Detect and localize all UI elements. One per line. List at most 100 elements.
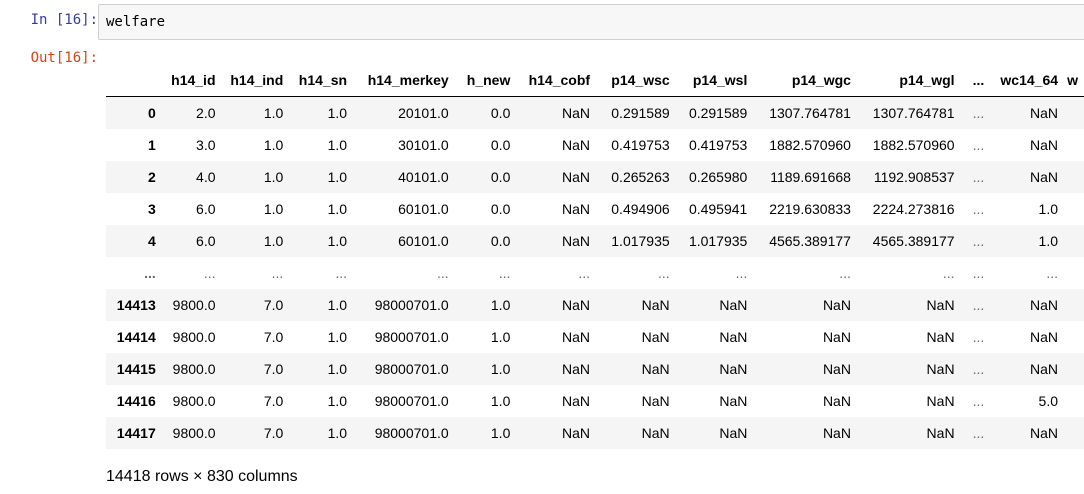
table-cell: 1.0 (327, 201, 348, 217)
table-cell: ... (972, 201, 985, 217)
table-cell: 40101.0 (398, 169, 449, 185)
column-header: ... (960, 64, 991, 97)
table-cell: NaN (719, 393, 748, 409)
input-prompt: In [16]: (30, 12, 98, 28)
table-cell: ... (578, 265, 591, 281)
table-cell: 30101.0 (398, 137, 449, 153)
table-cell: ... (972, 361, 985, 377)
table-cell: 3.0 (196, 137, 216, 153)
table-cell: 9800.0 (172, 297, 216, 313)
table-cell: NaN (926, 297, 955, 313)
table-cell (1064, 289, 1084, 321)
table-cell: 98000701.0 (374, 297, 449, 313)
table-cell: NaN (562, 105, 591, 121)
table-cell: NaN (641, 329, 670, 345)
table-cell: ... (271, 265, 284, 281)
dataframe-shape-label: 14418 rows × 830 columns (106, 468, 298, 485)
table-cell: 1192.908537 (873, 169, 955, 185)
table-cell: 98000701.0 (374, 393, 449, 409)
table-cell: NaN (1030, 105, 1059, 121)
table-cell (1064, 257, 1084, 289)
table-cell (1064, 129, 1084, 161)
table-cell: NaN (1030, 361, 1059, 377)
table-cell: 0.265263 (611, 169, 670, 185)
table-cell: 0.419753 (688, 137, 748, 153)
column-header: p14_wgc (753, 64, 857, 97)
table-cell: NaN (822, 361, 851, 377)
code-input-cell[interactable]: welfare (98, 4, 1084, 40)
table-cell: 0.494906 (611, 201, 670, 217)
dataframe-table: h14_id h14_ind h14_sn h14_merkey h_new h14_co… (106, 64, 1084, 449)
table-cell: 60101.0 (398, 233, 449, 249)
table-cell: 9800.0 (172, 425, 216, 441)
table-cell: 1.0 (490, 297, 511, 313)
table-cell: ... (735, 265, 748, 281)
output-prompt: Out[16]: (30, 50, 98, 66)
table-cell: ... (335, 265, 348, 281)
table-cell: NaN (562, 361, 591, 377)
table-cell: 7.0 (263, 425, 284, 441)
table-cell: ... (839, 265, 851, 281)
table-cell (1064, 353, 1084, 385)
table-cell: NaN (562, 329, 591, 345)
column-header: h14_sn (289, 64, 354, 97)
table-cell: 7.0 (263, 393, 284, 409)
table-cell: 0.495941 (688, 201, 748, 217)
table-cell: 0.0 (490, 233, 511, 249)
table-cell: 7.0 (263, 329, 284, 345)
table-cell: 1.0 (327, 169, 348, 185)
row-index: 1 (147, 137, 156, 153)
table-cell: ... (437, 265, 449, 281)
table-cell: NaN (822, 425, 851, 441)
table-cell: 98000701.0 (374, 329, 449, 345)
table-cell: ... (972, 393, 985, 409)
column-header (106, 64, 162, 97)
table-cell: 2219.630833 (769, 201, 851, 217)
table-cell: ... (972, 297, 985, 313)
table-row: 14416 9800.0 7.0 1.0 98000701.0 1.0 NaN NaN NaN N… (106, 385, 1084, 417)
table-row: 0 2.0 1.0 1.0 20101.0 0.0 NaN 0.291589 0.291589 1… (106, 96, 1084, 129)
table-cell: 20101.0 (398, 105, 449, 121)
code-text[interactable]: welfare (106, 5, 165, 39)
table-cell: 4.0 (196, 169, 216, 185)
row-index: ... (144, 265, 156, 281)
table-cell: NaN (641, 297, 670, 313)
row-index: 3 (147, 201, 156, 217)
table-row: 14413 9800.0 7.0 1.0 98000701.0 1.0 NaN NaN NaN N… (106, 289, 1084, 321)
table-cell: 2224.273816 (872, 201, 955, 217)
table-cell: 1.0 (263, 105, 284, 121)
table-cell: 1307.764781 (872, 105, 955, 121)
table-cell: 9800.0 (172, 393, 216, 409)
column-header: h14_merkey (353, 64, 455, 97)
table-cell: 98000701.0 (374, 361, 449, 377)
table-cell: 1882.570960 (769, 137, 851, 153)
table-cell: ... (972, 329, 985, 345)
table-body: 0 2.0 1.0 1.0 20101.0 0.0 NaN 0.291589 0.291589 1… (106, 96, 1084, 449)
column-header: h14_id (161, 64, 222, 97)
table-cell: ... (972, 105, 985, 121)
table-cell: NaN (926, 393, 955, 409)
table-cell: NaN (1030, 137, 1059, 153)
table-cell: NaN (822, 393, 851, 409)
table-cell: 1.0 (263, 169, 284, 185)
table-cell: 5.0 (1038, 393, 1059, 409)
table-row: 3 6.0 1.0 1.0 60101.0 0.0 NaN 0.494906 0.495941 2… (106, 193, 1084, 225)
table-cell: NaN (926, 329, 955, 345)
table-cell: 1.0 (327, 393, 348, 409)
row-index: 14413 (116, 297, 156, 313)
table-cell: 98000701.0 (374, 425, 449, 441)
table-cell: 1.017935 (688, 233, 748, 249)
table-cell: NaN (719, 297, 748, 313)
table-row: 4 6.0 1.0 1.0 60101.0 0.0 NaN 1.017935 1.017935 4… (106, 225, 1084, 257)
table-cell: NaN (1030, 329, 1059, 345)
table-cell: 7.0 (263, 297, 284, 313)
table-cell: NaN (926, 425, 955, 441)
table-cell: NaN (562, 137, 591, 153)
row-index: 14417 (116, 425, 156, 441)
table-cell: ... (972, 137, 985, 153)
table-cell: ... (972, 265, 985, 281)
table-cell: 1.0 (490, 361, 511, 377)
table-cell: NaN (719, 361, 748, 377)
table-cell: 4565.389177 (769, 233, 851, 249)
table-cell: ... (972, 233, 985, 249)
